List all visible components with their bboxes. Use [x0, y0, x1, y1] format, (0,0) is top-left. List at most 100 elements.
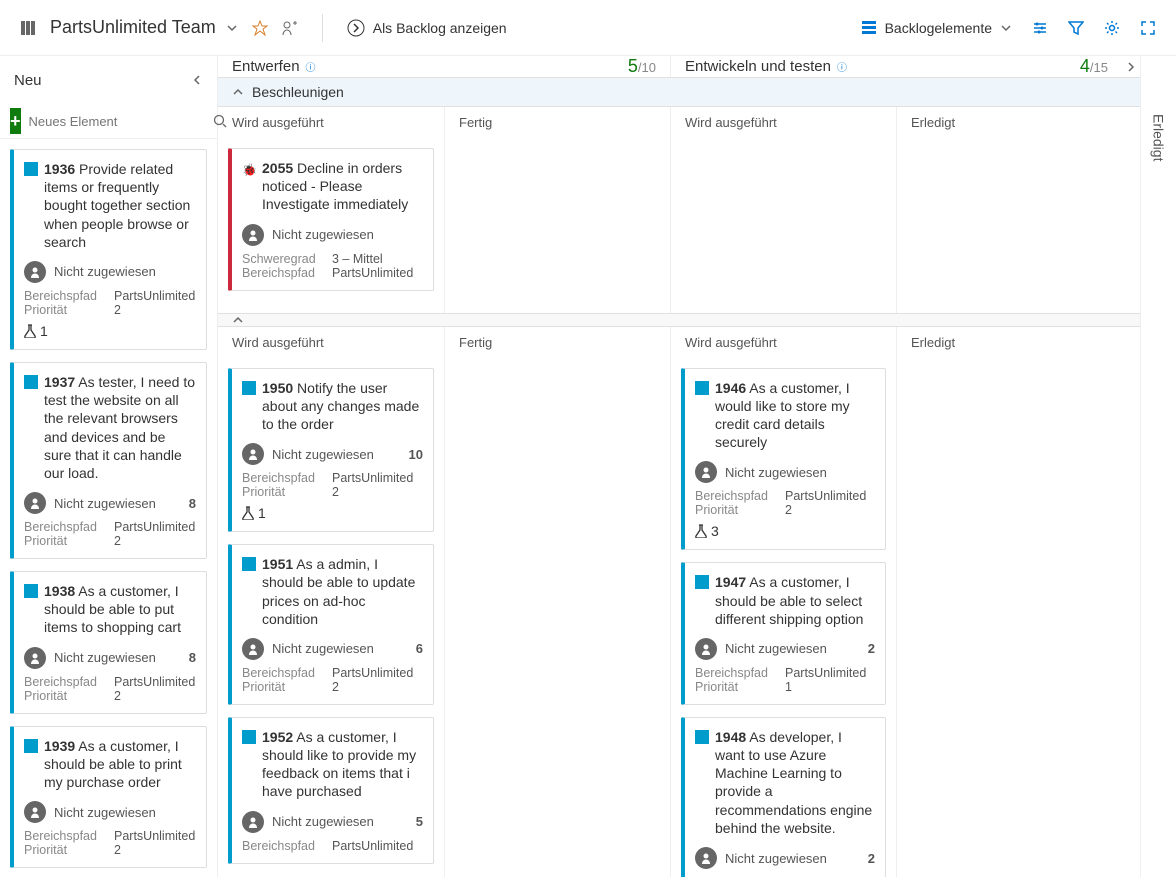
field-priority-value: 2 [114, 303, 121, 317]
effort-value: 2 [868, 851, 875, 866]
unassigned-avatar-icon [24, 261, 46, 283]
field-area-label: Bereichspfad [24, 675, 104, 689]
pbi-icon [695, 575, 709, 589]
backlog-items-icon [861, 20, 877, 36]
view-options-icon[interactable] [1032, 20, 1048, 36]
chevron-up-icon [232, 314, 244, 326]
field-priority-value: 2 [332, 680, 339, 694]
test-count: 3 [695, 523, 875, 539]
pbi-icon [695, 730, 709, 744]
field-priority-value: 2 [114, 534, 121, 548]
column-entwerfen-title: Entwerfen ⓘ [232, 58, 316, 75]
field-priority-value: 2 [785, 503, 792, 517]
field-priority-label: Priorität [24, 689, 104, 703]
team-selector[interactable]: PartsUnlimited Team [50, 17, 238, 38]
work-item-card[interactable]: 1939 As a customer, I should be able to … [10, 726, 207, 869]
favorite-star-icon[interactable] [252, 20, 268, 36]
column-neu: Neu + 1936 Provide related items or freq… [0, 56, 218, 877]
info-icon[interactable]: ⓘ [837, 59, 847, 74]
column-erledigt-title: Erledigt [1151, 114, 1167, 161]
field-area-value: PartsUnlimited [332, 666, 413, 680]
work-item-card[interactable]: 1952 As a customer, I should like to pro… [228, 717, 434, 864]
work-item-card[interactable]: 1951 As a admin, I should be able to upd… [228, 544, 434, 705]
assignee-label: Nicht zugewiesen [272, 641, 374, 656]
column-entwickeln-title: Entwickeln und testen ⓘ [685, 58, 847, 75]
unassigned-avatar-icon [242, 443, 264, 465]
show-as-backlog[interactable]: Als Backlog anzeigen [347, 19, 507, 37]
board-icon [20, 20, 36, 36]
swimlane-default-toggle[interactable] [218, 313, 1140, 327]
subcol-running: Wird ausgeführt [671, 107, 896, 138]
work-item-card[interactable]: 1950 Notify the user about any changes m… [228, 368, 434, 533]
column-erledigt-collapsed[interactable]: Erledigt [1140, 56, 1176, 877]
effort-value: 10 [409, 447, 423, 462]
arrow-circle-icon [347, 19, 365, 37]
card-title: 1950 Notify the user about any changes m… [262, 379, 423, 434]
work-item-card[interactable]: 1948 As developer, I want to use Azure M… [681, 717, 886, 877]
work-item-card[interactable]: 1937 As tester, I need to test the websi… [10, 362, 207, 559]
work-item-card[interactable]: 1946 As a customer, I would like to stor… [681, 368, 886, 551]
effort-value: 8 [189, 650, 196, 665]
field-area-label: Bereichspfad [242, 839, 322, 853]
effort-value: 6 [416, 641, 423, 656]
field-area-label: Bereichspfad [24, 829, 104, 843]
field-area-label: Bereichspfad [24, 520, 104, 534]
settings-gear-icon[interactable] [1104, 20, 1120, 36]
effort-value: 5 [416, 814, 423, 829]
field-area-label: Bereichspfad [695, 489, 775, 503]
new-item-input[interactable] [29, 114, 205, 129]
kanban-board: Entwerfen ⓘ 5/10 Entwickeln und testen ⓘ… [218, 56, 1140, 877]
add-new-item-button[interactable]: + [10, 108, 21, 134]
field-area-label: Bereichspfad [695, 666, 775, 680]
team-name: PartsUnlimited Team [50, 17, 216, 38]
assignee-label: Nicht zugewiesen [272, 227, 374, 242]
subcol-erledigt: Erledigt [897, 327, 1122, 358]
column-entwerfen-wip: 5/10 [628, 56, 656, 77]
field-area-value: PartsUnlimited [332, 839, 413, 853]
work-item-card[interactable]: 1936 Provide related items or frequently… [10, 149, 207, 350]
fullscreen-icon[interactable] [1140, 20, 1156, 36]
assignee-label: Nicht zugewiesen [54, 650, 156, 665]
unassigned-avatar-icon [24, 801, 46, 823]
work-item-card[interactable]: 2055 Decline in orders noticed - Please … [228, 148, 434, 291]
card-title: 1936 Provide related items or frequently… [44, 160, 196, 251]
team-members-icon[interactable] [282, 20, 298, 36]
assignee-label: Nicht zugewiesen [725, 641, 827, 656]
assignee-label: Nicht zugewiesen [272, 447, 374, 462]
field-priority-label: Priorität [695, 503, 775, 517]
unassigned-avatar-icon [24, 492, 46, 514]
work-item-card[interactable]: 1947 As a customer, I should be able to … [681, 562, 886, 705]
unassigned-avatar-icon [242, 224, 264, 246]
expand-right-icon[interactable] [1125, 61, 1137, 73]
assignee-label: Nicht zugewiesen [725, 851, 827, 866]
work-item-card[interactable]: 1938 As a customer, I should be able to … [10, 571, 207, 714]
field-area-value: PartsUnlimited [114, 675, 195, 689]
field-area-value: PartsUnlimited [785, 666, 866, 680]
field-area-value: PartsUnlimited [332, 471, 413, 485]
field-priority-label: Priorität [24, 303, 104, 317]
bug-icon [242, 161, 256, 175]
chevron-down-icon [226, 22, 238, 34]
unassigned-avatar-icon [695, 461, 717, 483]
unassigned-avatar-icon [242, 638, 264, 660]
field-priority-label: Priorität [242, 485, 322, 499]
unassigned-avatar-icon [695, 847, 717, 869]
column-entwickeln-wip: 4/15 [1080, 56, 1108, 77]
assignee-label: Nicht zugewiesen [272, 814, 374, 829]
swimlane-beschleunigen-header[interactable]: Beschleunigen [218, 77, 1140, 107]
assignee-label: Nicht zugewiesen [725, 465, 827, 480]
subcol-done: Fertig [445, 327, 670, 358]
backlog-level-selector[interactable]: Backlogelemente [861, 20, 1012, 36]
filter-icon[interactable] [1068, 20, 1084, 36]
subcol-running: Wird ausgeführt [218, 327, 444, 358]
unassigned-avatar-icon [24, 647, 46, 669]
field-priority-value: 2 [332, 485, 339, 499]
field-priority-value: 2 [114, 843, 121, 857]
collapse-left-icon[interactable] [191, 74, 203, 86]
info-icon[interactable]: ⓘ [306, 59, 316, 74]
field-area-value: PartsUnlimited [785, 489, 866, 503]
card-title: 1952 As a customer, I should like to pro… [262, 728, 423, 801]
test-count: 1 [242, 505, 423, 521]
card-title: 1946 As a customer, I would like to stor… [715, 379, 875, 452]
field-area-value: PartsUnlimited [332, 266, 413, 280]
